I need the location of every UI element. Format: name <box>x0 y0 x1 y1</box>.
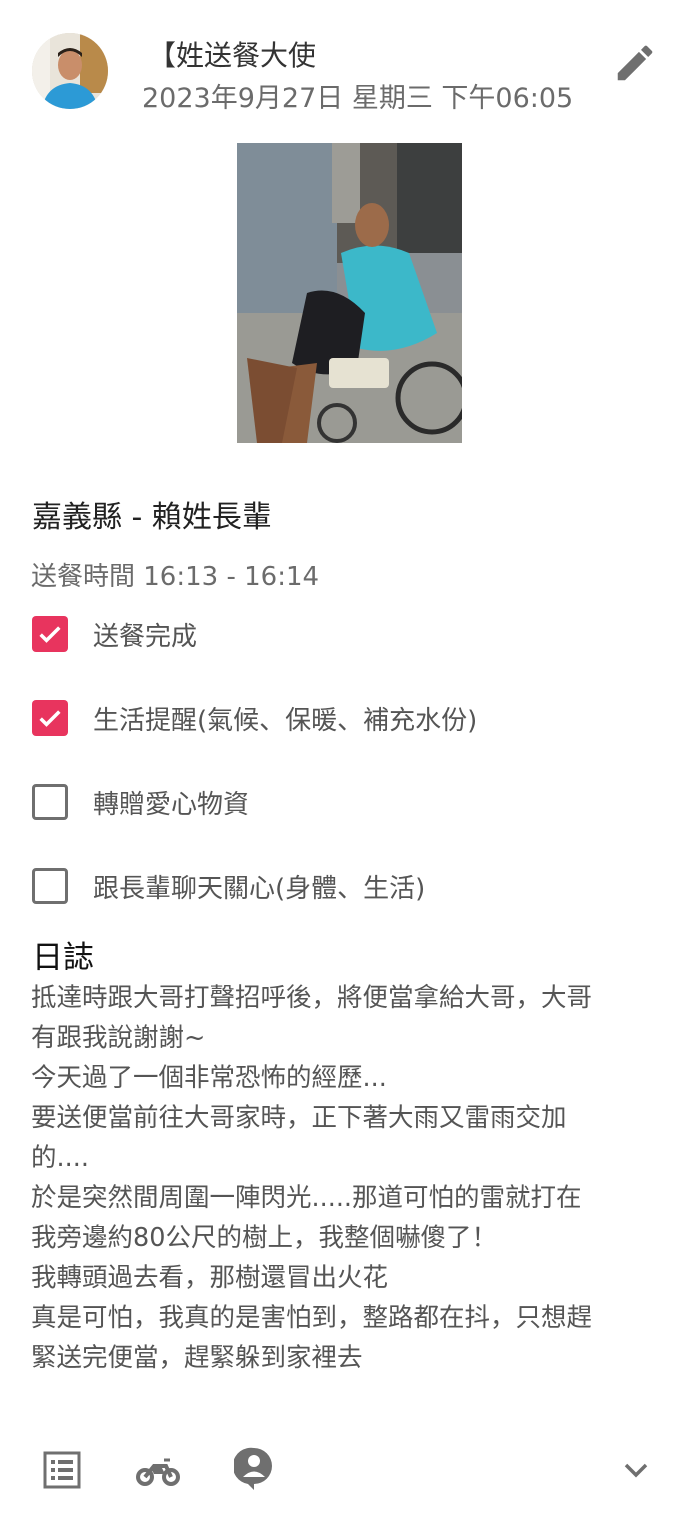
list-button[interactable] <box>42 1450 82 1490</box>
avatar-photo <box>32 33 108 109</box>
checkbox-checked[interactable] <box>32 700 68 736</box>
avatar[interactable] <box>32 33 108 109</box>
delivery-time: 送餐時間 16:13 - 16:14 <box>31 562 320 592</box>
log-line: 抵達時跟大哥打聲招呼後，將便當拿給大哥，大哥 <box>31 983 593 1013</box>
log-line: 於是突然間周圍一陣閃光.....那道可怕的雷就打在 <box>31 1183 582 1213</box>
task-label: 送餐完成 <box>93 621 198 652</box>
log-line: 真是可怕，我真的是害怕到，整路都在抖，只想趕 <box>31 1303 593 1333</box>
chevron-down-icon <box>624 1463 648 1478</box>
checkbox-unchecked[interactable] <box>32 868 68 904</box>
profile-button[interactable] <box>232 1446 274 1492</box>
log-body: 抵達時跟大哥打聲招呼後，將便當拿給大哥，大哥 有跟我說謝謝~ 今天過了一個非常恐… <box>31 978 659 1378</box>
log-title: 日誌 <box>32 940 94 976</box>
task-donate-supplies[interactable]: 轉贈愛心物資 <box>32 784 249 820</box>
task-life-reminder[interactable]: 生活提醒(氣候、保暖、補充水份) <box>32 700 477 736</box>
checkbox-checked[interactable] <box>32 616 68 652</box>
check-icon <box>39 626 61 643</box>
edit-button[interactable] <box>612 40 658 86</box>
task-meal-delivered[interactable]: 送餐完成 <box>32 616 197 652</box>
log-line: 今天過了一個非常恐怖的經歷... <box>31 1063 387 1093</box>
task-label: 轉贈愛心物資 <box>93 789 250 820</box>
log-line: 我轉頭過去看，那樹還冒出火花 <box>31 1263 389 1293</box>
pencil-icon <box>617 45 653 81</box>
bottom-toolbar <box>0 1440 690 1510</box>
list-icon <box>43 1451 81 1489</box>
expand-button[interactable] <box>620 1458 652 1482</box>
log-line: 緊送完便當，趕緊躲到家裡去 <box>31 1343 363 1373</box>
post-timestamp: 2023年9月27日 星期三 下午06:05 <box>142 83 574 114</box>
checkbox-unchecked[interactable] <box>32 784 68 820</box>
task-chat-care[interactable]: 跟長輩聊天關心(身體、生活) <box>32 868 425 904</box>
log-line: 要送便當前往大哥家時，正下著大雨又雷雨交加 <box>31 1103 567 1133</box>
check-icon <box>39 710 61 727</box>
location-title: 嘉義縣 - 賴姓長輩 <box>32 500 272 535</box>
delivery-photo[interactable] <box>237 143 469 443</box>
log-line: 的.... <box>31 1143 89 1173</box>
delivery-button[interactable] <box>136 1454 180 1488</box>
log-line: 我旁邊約80公尺的樹上，我整個嚇傻了！ <box>31 1223 497 1253</box>
motorcycle-icon <box>136 1458 180 1486</box>
task-label: 跟長輩聊天關心(身體、生活) <box>93 873 426 904</box>
task-label: 生活提醒(氣候、保暖、補充水份) <box>93 705 478 736</box>
log-line: 有跟我說謝謝~ <box>31 1023 206 1053</box>
author-name: 【姓送餐大使 <box>148 39 317 72</box>
person-pin-icon <box>232 1447 272 1490</box>
delivery-photo-image <box>237 143 469 443</box>
